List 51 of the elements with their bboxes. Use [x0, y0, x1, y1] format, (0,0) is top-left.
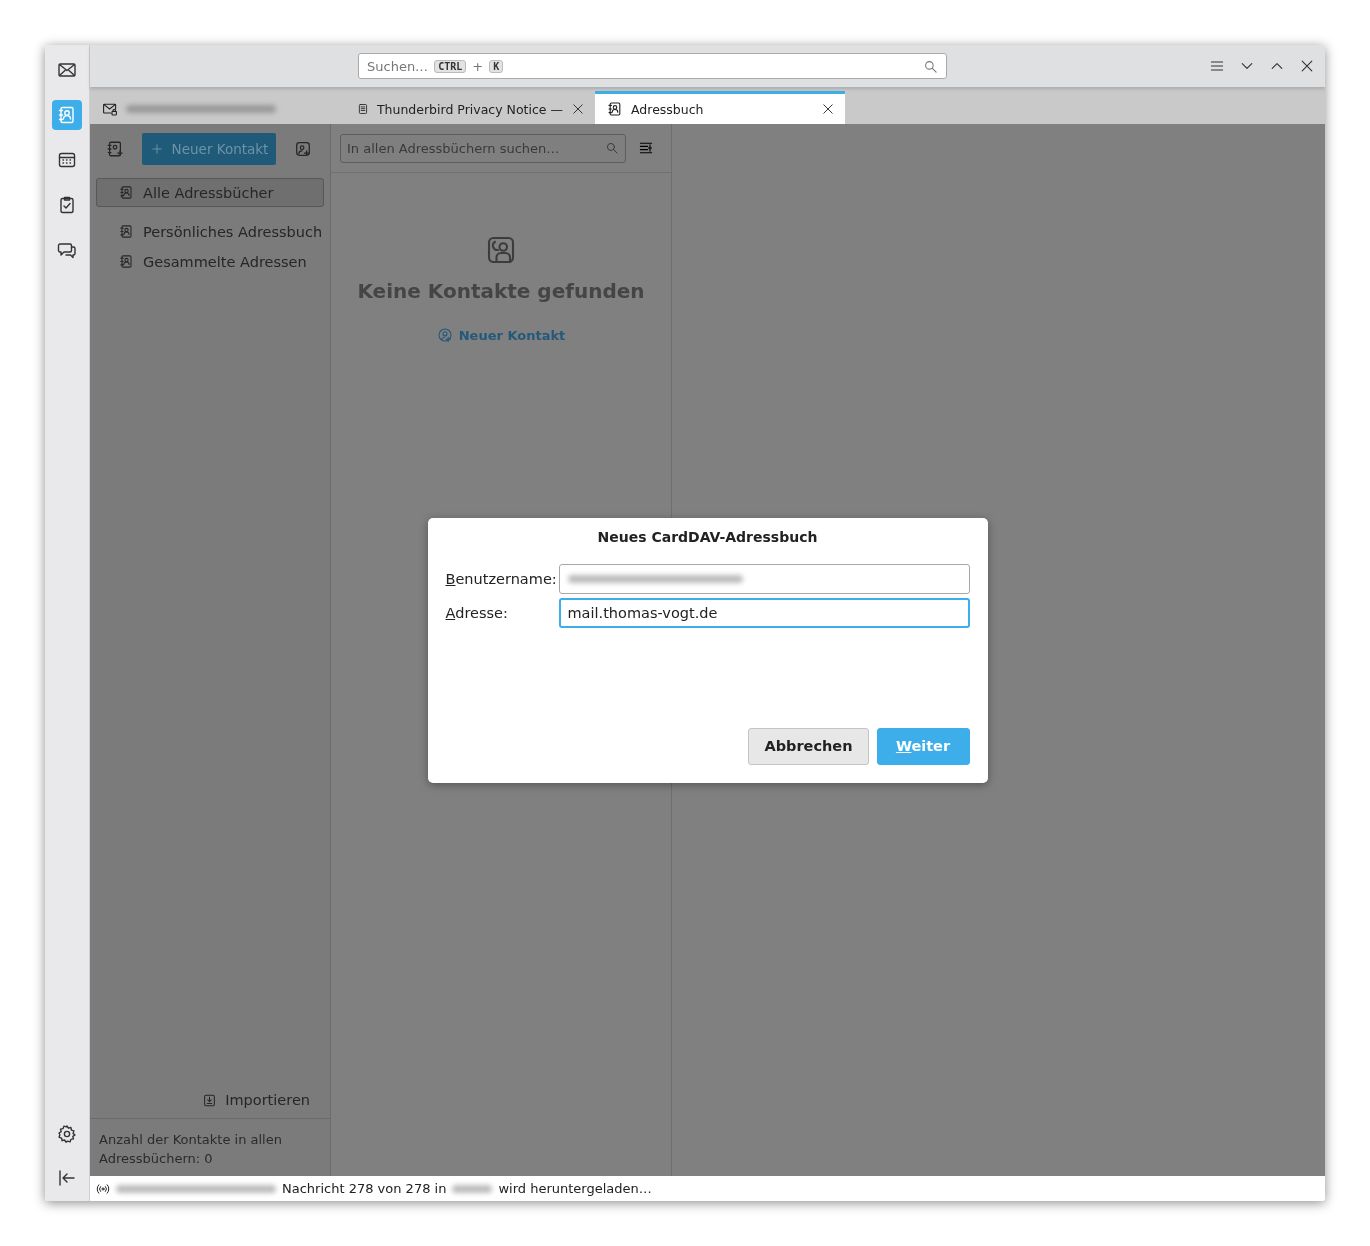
search-icon: [923, 58, 938, 74]
address-book-icon: [119, 254, 134, 269]
close-icon[interactable]: [1299, 58, 1315, 74]
cancel-button[interactable]: Abbrechen: [748, 727, 869, 765]
new-contact-link[interactable]: Neuer Kontakt: [436, 327, 566, 343]
address-book-icon: [119, 224, 134, 239]
dialog-title: Neues CardDAV-Adressbuch: [596, 528, 819, 545]
address-book-item[interactable]: Gesammelte Adressen: [96, 247, 324, 276]
search-field[interactable]: In allen Adressbüchern suchen…: [340, 133, 626, 163]
tab[interactable]: Thunderbird Privacy Notice —: [345, 91, 595, 124]
search-field[interactable]: Suchen… CTRL + K: [358, 53, 947, 79]
envelope-icon: [57, 60, 77, 80]
new-contact-button[interactable]: Neuer Kontakt: [142, 133, 276, 165]
tab[interactable]: Adressbuch: [595, 91, 845, 124]
field-label: Benutzername:: [445, 570, 558, 587]
contacts-icon: [486, 235, 516, 265]
menu-icon[interactable]: [1209, 58, 1225, 74]
address-book-item[interactable]: Persönliches Adressbuch: [96, 217, 324, 246]
document-icon: [357, 101, 369, 117]
input-field[interactable]: mail.thomas-vogt.de: [558, 597, 970, 628]
redacted-text: [452, 1184, 493, 1193]
import-button[interactable]: Importieren: [202, 1092, 330, 1118]
next-button[interactable]: Weiter: [876, 727, 970, 765]
empty-state-title: Keine Kontakte gefunden: [357, 279, 645, 303]
clipboard-check-icon: [57, 195, 77, 215]
key-cap: K: [489, 59, 504, 73]
new-list-icon[interactable]: [294, 140, 312, 158]
chat-bubbles-icon: [57, 240, 77, 260]
address-book-icon: [119, 185, 134, 200]
plus-icon: [149, 142, 164, 156]
status-text: wird heruntergeladen…: [498, 1181, 652, 1196]
plus-sign: +: [472, 58, 484, 74]
address-book-icon: [57, 105, 77, 125]
settings-icon[interactable]: [57, 1124, 77, 1144]
status-text: Nachricht 278 von 278 in: [282, 1181, 447, 1196]
new-address-book-icon[interactable]: [106, 140, 124, 158]
field-label: Adresse:: [445, 604, 509, 621]
key-cap: CTRL: [434, 59, 467, 73]
add-contact-icon: [436, 327, 453, 343]
search-icon: [605, 141, 619, 155]
collapse-arrow-icon[interactable]: [57, 1168, 77, 1188]
close-icon[interactable]: [821, 102, 835, 116]
calendar-icon: [57, 150, 77, 170]
import-icon: [202, 1092, 218, 1108]
close-icon[interactable]: [571, 102, 585, 116]
input-field[interactable]: [558, 563, 970, 594]
columns-icon[interactable]: [638, 140, 654, 156]
address-book-icon: [607, 101, 623, 117]
activity-icon: [96, 1181, 110, 1196]
envelope-lock-icon: [102, 101, 118, 117]
address-book-item[interactable]: Alle Adressbücher: [96, 178, 324, 207]
